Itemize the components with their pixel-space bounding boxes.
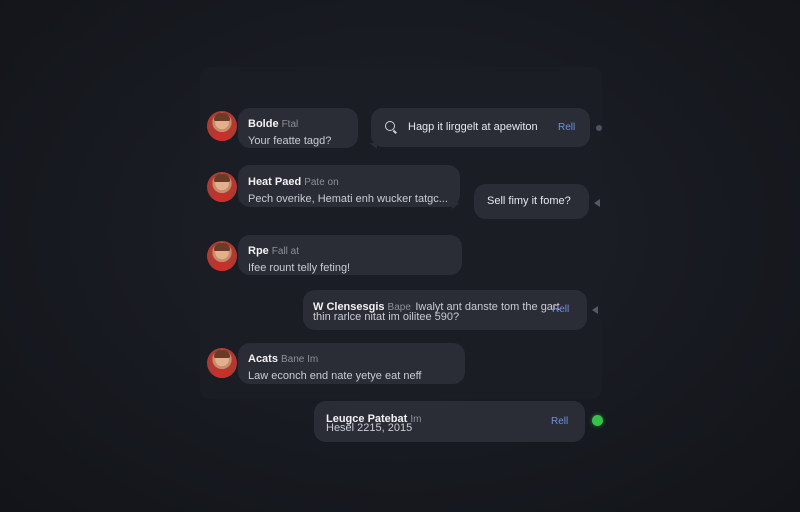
sender-name: Rpe [248, 245, 269, 257]
message-text: Your featte tagd? [248, 135, 332, 147]
sender-name: Bolde [248, 118, 279, 130]
bubble-tail [369, 143, 377, 149]
message-meta: Pate on [304, 177, 339, 188]
message-text: Law econch end nate yetye eat neff [248, 370, 422, 382]
message-bubble[interactable]: Rpe Fall at Ifee rount telly feting! [238, 235, 462, 275]
message-text: thin rarlce nitat im oilitee 590? [313, 311, 460, 323]
message-bubble[interactable]: Bolde Ftal Your featte tagd? [238, 108, 358, 148]
message-text: Pech overike, Hemati enh wucker tatgc... [248, 193, 448, 205]
online-status-icon [592, 415, 603, 426]
reply-button[interactable]: Rell [558, 122, 575, 133]
search-icon[interactable] [385, 121, 395, 131]
avatar[interactable] [207, 241, 237, 271]
message-bubble[interactable]: Acats Bane Im Law econch end nate yetye e… [238, 343, 465, 384]
message-bubble-outgoing[interactable]: Sell fimy it fome? [474, 184, 589, 219]
message-bubble[interactable]: Heat Paed Pate on Pech overike, Hemati en… [238, 165, 460, 207]
message-text: Hagp it lirggelt at apewiton [408, 121, 538, 133]
avatar[interactable] [207, 348, 237, 378]
message-bubble-outgoing[interactable]: Leugce Patebat Im Hesel 2215, 2015 Rell [314, 401, 585, 442]
message-text: Hesel 2215, 2015 [326, 422, 413, 434]
message-text: Sell fimy it fome? [487, 195, 571, 207]
status-pin-icon [592, 306, 598, 314]
reply-button[interactable]: Rell [551, 416, 568, 427]
status-pin-icon [594, 199, 600, 207]
message-meta: Ftal [281, 119, 299, 130]
avatar[interactable] [207, 172, 237, 202]
bubble-tail [452, 203, 460, 209]
status-dot [596, 125, 602, 131]
message-bubble-outgoing[interactable]: Hagp it lirggelt at apewiton Rell [371, 108, 590, 147]
sender-name: Heat Paed [248, 176, 302, 188]
message-meta: Fall at [271, 246, 300, 257]
message-meta: Bane Im [280, 354, 319, 365]
message-text: Ifee rount telly feting! [248, 262, 351, 274]
message-bubble-outgoing[interactable]: W Clensesgis Bape Iwalyt ant danste tom t… [303, 290, 587, 330]
sender-name: Acats [248, 353, 278, 365]
reply-button[interactable]: Rell [552, 304, 569, 315]
avatar[interactable] [207, 111, 237, 141]
